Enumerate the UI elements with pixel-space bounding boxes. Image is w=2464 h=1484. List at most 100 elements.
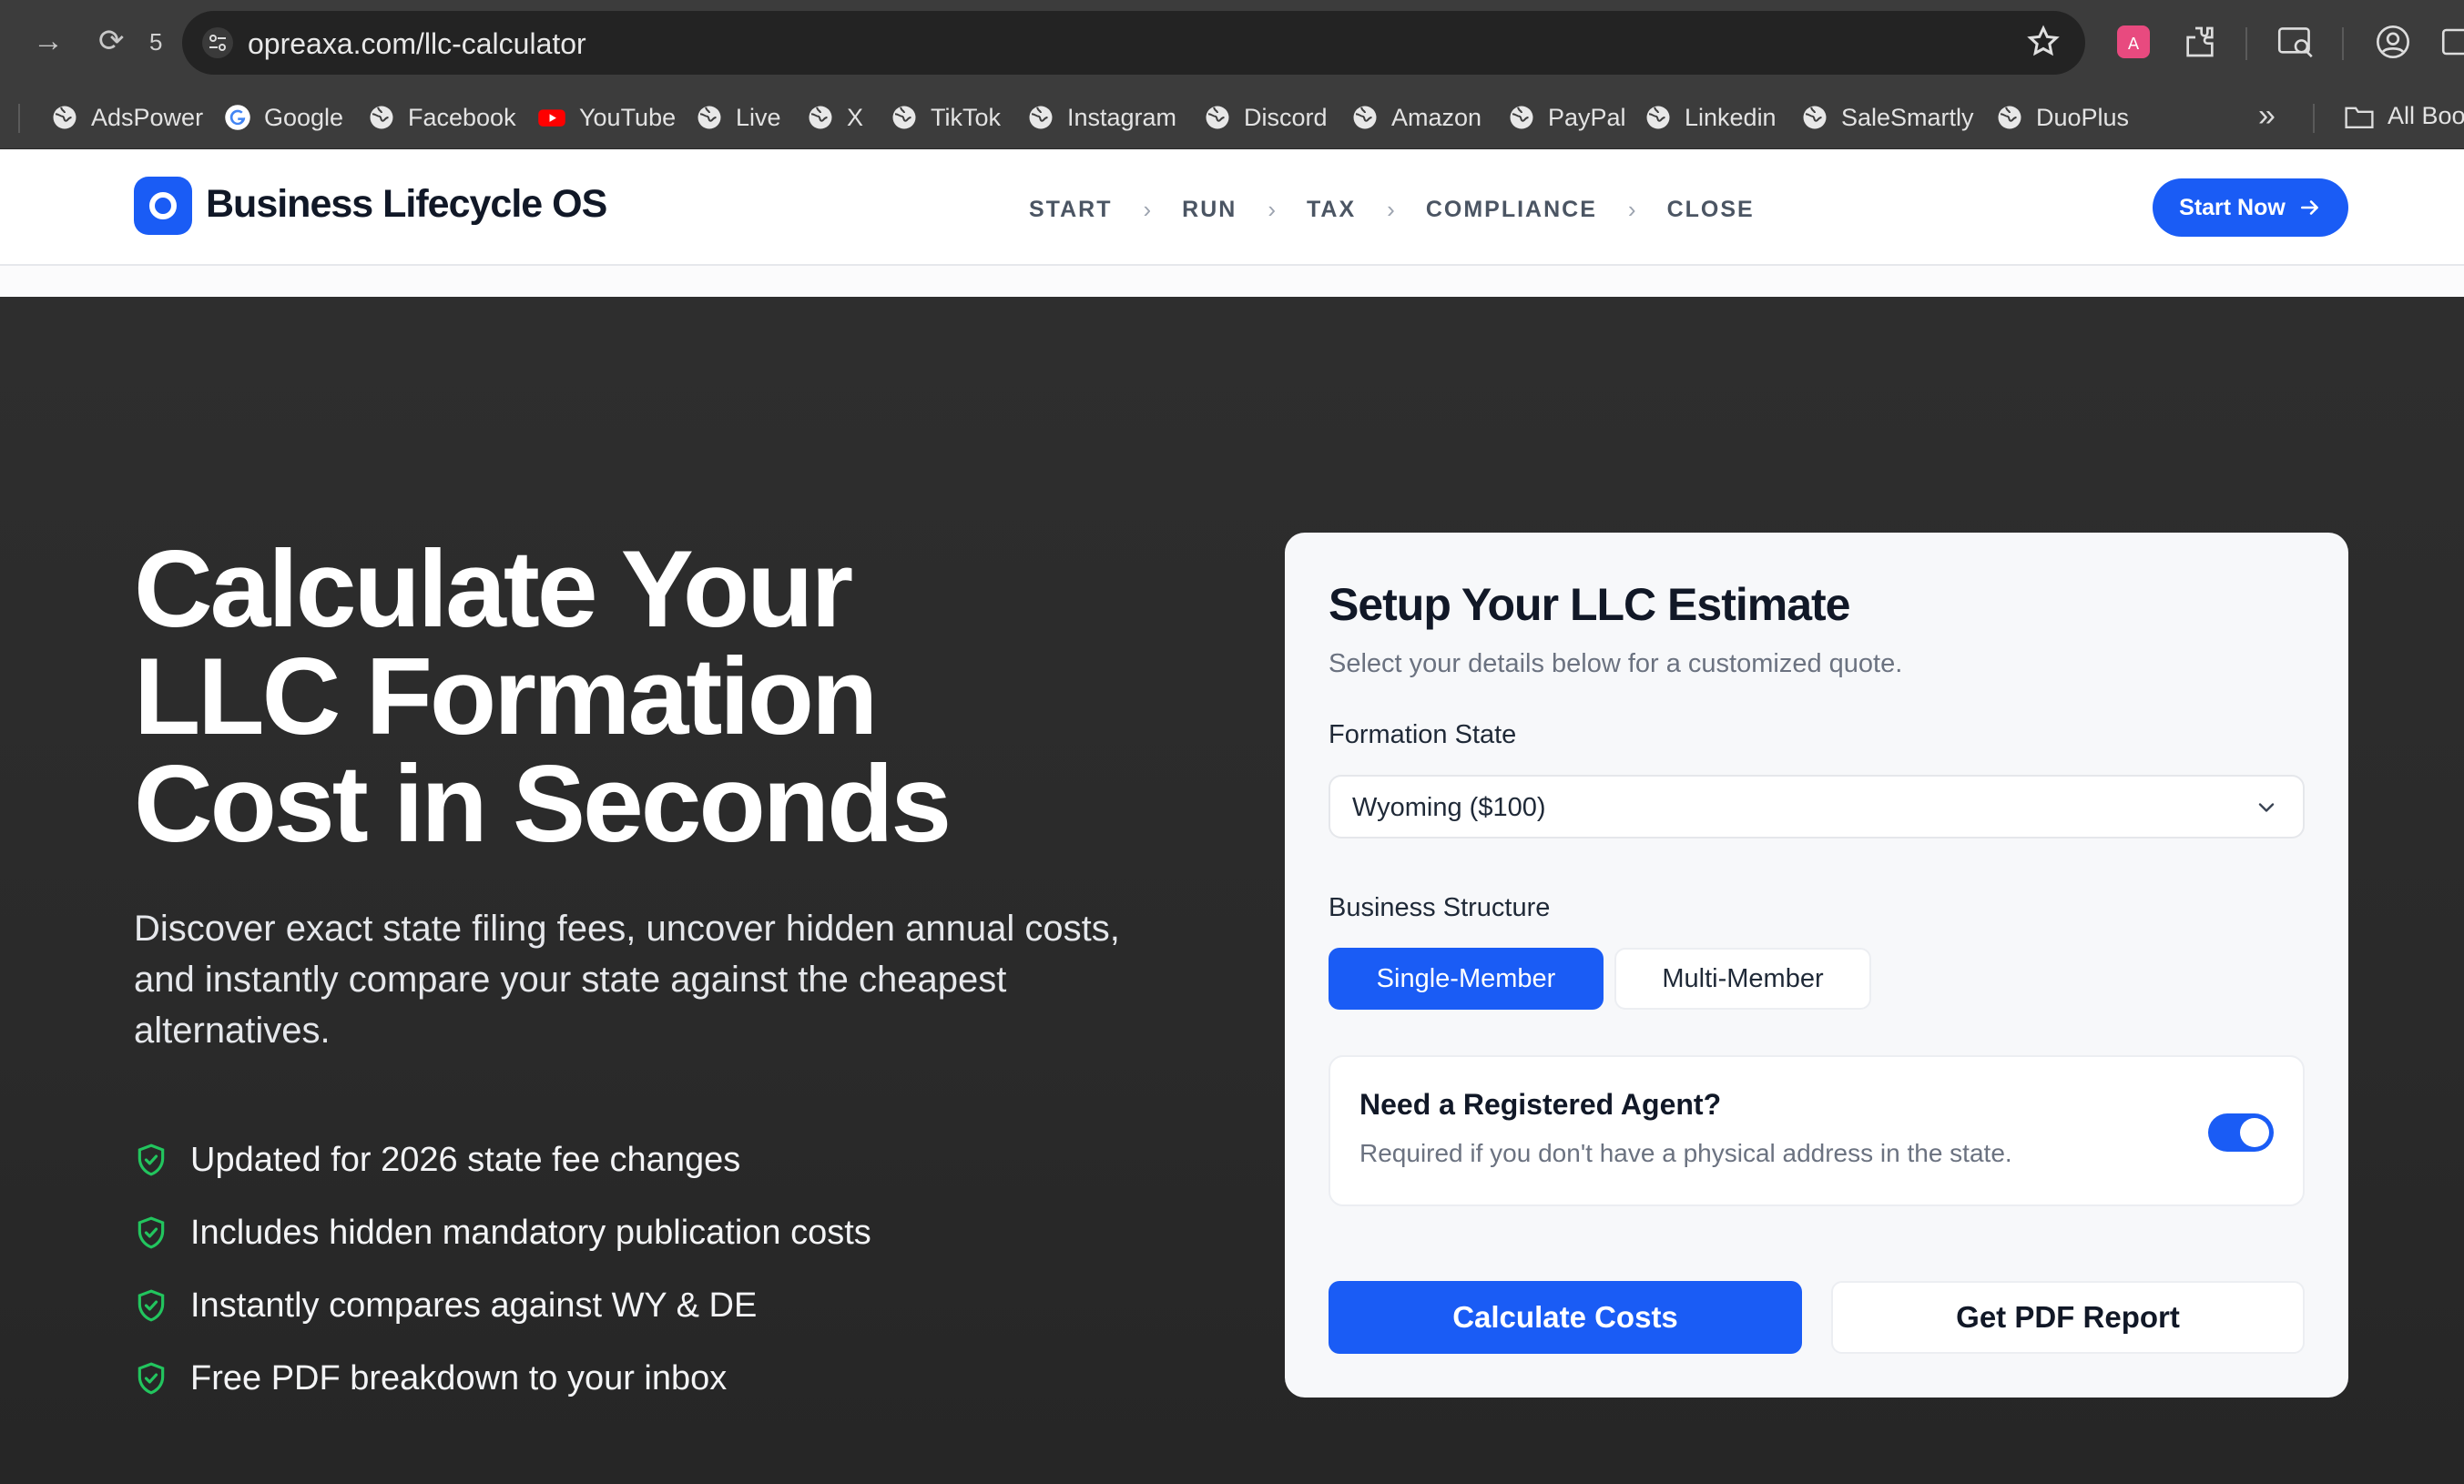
bookmark-label: SaleSmartly: [1841, 103, 1974, 131]
globe-icon: [891, 104, 918, 131]
window-icon[interactable]: [2440, 24, 2464, 65]
reload-icon[interactable]: ⟳: [98, 25, 125, 56]
bookmark-duoplus[interactable]: DuoPlus: [1996, 102, 2129, 133]
globe-icon: [696, 104, 723, 131]
bookmark-label: Google: [264, 103, 344, 131]
brand-name[interactable]: Business Lifecycle OS: [206, 182, 607, 227]
globe-icon: [1996, 104, 2023, 131]
bookmark-label: Live: [736, 103, 781, 131]
bookmark-amazon[interactable]: Amazon: [1351, 102, 1481, 133]
globe-icon: [1204, 104, 1231, 131]
all-bookmarks-folder[interactable]: All Boo: [2344, 102, 2464, 130]
card-title: Setup Your LLC Estimate: [1329, 579, 1850, 630]
header-spacer: [0, 266, 2464, 297]
bookmark-tiktok[interactable]: TikTok: [891, 102, 1001, 133]
feature-text: Updated for 2026 state fee changes: [190, 1140, 741, 1179]
bookmark-label: DuoPlus: [2036, 103, 2130, 131]
bookmark-linkedin[interactable]: Linkedin: [1644, 102, 1777, 133]
bookmark-youtube[interactable]: YouTube: [537, 102, 676, 133]
hero-title-line: Cost in Seconds: [134, 743, 952, 865]
lifecycle-steps-nav: START › RUN › TAX › COMPLIANCE › CLOSE: [1029, 195, 1755, 224]
step-close[interactable]: CLOSE: [1667, 197, 1755, 223]
bookmark-label: TikTok: [931, 103, 1002, 131]
globe-icon: [1508, 104, 1535, 131]
bookmark-label: Facebook: [408, 103, 516, 131]
bookmark-label: X: [847, 103, 864, 131]
bookmark-label: AdsPower: [91, 103, 204, 131]
all-bookmarks-label: All Boo: [2388, 102, 2464, 129]
step-start[interactable]: START: [1029, 197, 1112, 223]
step-tax[interactable]: TAX: [1307, 197, 1356, 223]
bookmark-label: PayPal: [1548, 103, 1626, 131]
bookmark-salesmartly[interactable]: SaleSmartly: [1801, 102, 1974, 133]
google-icon: [224, 104, 251, 131]
bookmark-paypal[interactable]: PayPal: [1508, 102, 1626, 133]
address-bar[interactable]: opreaxa.com/llc-calculator: [182, 11, 2085, 75]
registered-agent-description: Required if you don't have a physical ad…: [1359, 1139, 2012, 1167]
multi-member-option[interactable]: Multi-Member: [1614, 948, 1871, 1010]
calculate-costs-button[interactable]: Calculate Costs: [1329, 1281, 1802, 1354]
bookmarks-divider: [18, 104, 20, 133]
bookmark-google[interactable]: Google: [224, 102, 343, 133]
bookmark-adspower[interactable]: AdsPower: [51, 102, 203, 133]
extensions-icon[interactable]: [2182, 24, 2218, 65]
single-member-option[interactable]: Single-Member: [1329, 948, 1604, 1010]
translate-extension-icon[interactable]: A: [2115, 24, 2152, 65]
more-bookmarks-icon[interactable]: »: [2258, 98, 2276, 134]
bookmark-label: YouTube: [579, 103, 677, 131]
bookmarks-bar: AdsPower Google Facebook YouTube Live X TikTok…: [0, 86, 2464, 149]
forward-icon[interactable]: →: [33, 25, 64, 56]
globe-icon: [51, 104, 78, 131]
bookmark-label: Linkedin: [1685, 103, 1777, 131]
bookmark-instagram[interactable]: Instagram: [1027, 102, 1176, 133]
logo-icon[interactable]: [134, 177, 192, 235]
feature-text: Includes hidden mandatory publication co…: [190, 1213, 871, 1252]
shield-check-icon: [137, 1216, 165, 1249]
toolbar-divider: [2342, 27, 2344, 60]
chevron-down-icon: [2258, 803, 2275, 812]
profile-icon[interactable]: [2375, 24, 2411, 65]
hero-title-line: LLC Formation: [134, 635, 878, 757]
hero-title-line: Calculate Your: [134, 528, 853, 650]
chevron-right-icon: ›: [1268, 195, 1276, 223]
globe-icon: [1027, 104, 1054, 131]
bookmark-star-icon[interactable]: [2025, 24, 2062, 65]
tab-count[interactable]: 5: [149, 28, 162, 56]
folder-icon: [2345, 107, 2374, 128]
feature-item: Updated for 2026 state fee changes: [134, 1123, 871, 1196]
globe-icon: [368, 104, 395, 131]
get-pdf-report-button[interactable]: Get PDF Report: [1831, 1281, 2305, 1354]
shield-check-icon: [137, 1362, 165, 1395]
toggle-knob: [2240, 1118, 2269, 1147]
bookmark-label: Instagram: [1067, 103, 1177, 131]
start-now-button[interactable]: Start Now: [2153, 178, 2348, 237]
bookmark-facebook[interactable]: Facebook: [368, 102, 516, 133]
step-run[interactable]: RUN: [1182, 197, 1237, 223]
hero-title: Calculate Your LLC Formation Cost in Sec…: [134, 528, 1227, 865]
bookmark-x[interactable]: X: [807, 102, 863, 133]
bookmark-label: Amazon: [1391, 103, 1482, 131]
step-compliance[interactable]: COMPLIANCE: [1426, 197, 1597, 223]
registered-agent-toggle[interactable]: [2208, 1113, 2274, 1152]
chevron-right-icon: ›: [1627, 195, 1636, 223]
tab-search-icon[interactable]: [2276, 24, 2315, 65]
site-info-icon[interactable]: [202, 27, 233, 58]
arrow-right-icon: [2300, 200, 2318, 215]
feature-item: Instantly compares against WY & DE: [134, 1269, 871, 1342]
feature-item: Free PDF breakdown to your inbox: [134, 1342, 871, 1415]
card-subtitle: Select your details below for a customiz…: [1329, 649, 1903, 678]
globe-icon: [1351, 104, 1379, 131]
shield-check-icon: [137, 1289, 165, 1322]
globe-icon: [1801, 104, 1828, 131]
browser-toolbar: → ⟳ 5 opreaxa.com/llc-calculator A: [0, 0, 2464, 86]
bookmark-discord[interactable]: Discord: [1204, 102, 1328, 133]
svg-text:A: A: [2128, 35, 2140, 54]
url-text[interactable]: opreaxa.com/llc-calculator: [248, 27, 586, 61]
formation-state-value: Wyoming ($100): [1352, 793, 1546, 822]
business-structure-label: Business Structure: [1329, 893, 1551, 922]
shield-check-icon: [137, 1143, 165, 1176]
formation-state-select[interactable]: Wyoming ($100): [1329, 775, 2305, 839]
llc-estimate-card: Setup Your LLC Estimate Select your deta…: [1285, 533, 2348, 1398]
bookmark-live[interactable]: Live: [696, 102, 781, 133]
start-now-label: Start Now: [2179, 194, 2286, 220]
